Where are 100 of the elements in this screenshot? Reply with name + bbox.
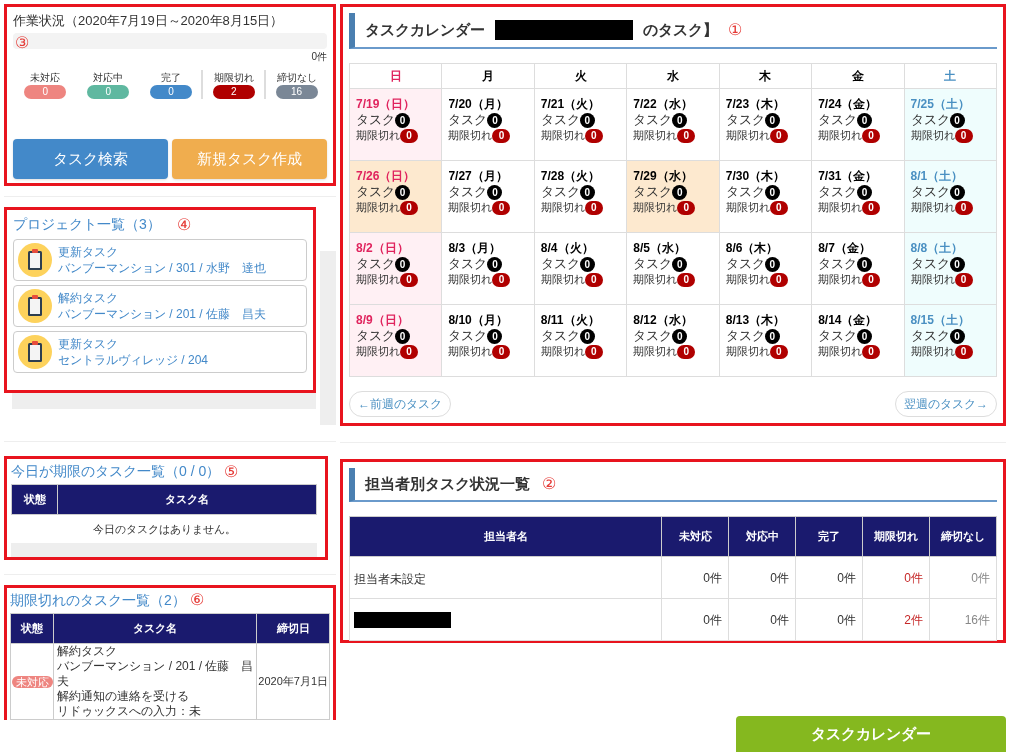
day-date: 8/6（木） — [725, 241, 780, 256]
calendar-day[interactable]: 7/23（木） タスク 0 期限切れ 0 — [719, 89, 813, 161]
calendar-day[interactable]: 7/26（日） タスク 0 期限切れ 0 — [350, 161, 443, 233]
empty-message: 今日のタスクはありません。 — [11, 514, 317, 543]
status-label: 完了 — [161, 70, 181, 85]
count-cell: 0件 — [661, 598, 729, 641]
annotation-number: ③ — [15, 33, 29, 51]
project-title: 更新タスク — [58, 336, 119, 352]
calendar-day[interactable]: 8/11（火） タスク 0 期限切れ 0 — [534, 305, 628, 377]
staff-name: 担当者未設定 — [354, 571, 426, 586]
day-date: 7/31（金） — [818, 169, 879, 184]
overdue-label: 期限切れ — [540, 344, 585, 359]
annotation-number: ② — [542, 476, 556, 492]
day-date: 7/21（火） — [540, 97, 602, 112]
overdue-count-badge: 0 — [677, 200, 696, 215]
overdue-label: 期限切れ — [818, 200, 863, 215]
task-text: 夫 — [57, 673, 71, 689]
search-button[interactable]: タスク検索 — [13, 139, 168, 179]
calendar-day[interactable]: 7/25（土） タスク 0 期限切れ 0 — [904, 89, 997, 161]
calendar-day[interactable]: 7/19（日） タスク 0 期限切れ 0 — [350, 89, 443, 161]
task-count-badge: 0 — [579, 184, 595, 200]
calendar-day[interactable]: 7/21（火） タスク 0 期限切れ 0 — [534, 89, 628, 161]
task-count-badge: 0 — [395, 256, 410, 272]
task-count-badge: 0 — [857, 328, 873, 344]
overdue-label: 期限切れ — [448, 128, 493, 143]
calendar-day[interactable]: 8/9（日） タスク 0 期限切れ 0 — [350, 305, 443, 377]
overdue-label: 期限切れ — [448, 200, 493, 215]
task-label: タスク — [633, 184, 673, 200]
calendar-day[interactable]: 8/4（火） タスク 0 期限切れ 0 — [534, 233, 628, 305]
task-count-badge: 0 — [487, 112, 503, 128]
calendar-day[interactable]: 8/12（水） タスク 0 期限切れ 0 — [627, 305, 720, 377]
calendar-day[interactable]: 8/6（木） タスク 0 期限切れ 0 — [719, 233, 813, 305]
overdue-count-badge: 0 — [954, 200, 973, 215]
calendar-day[interactable]: 8/1（土） タスク 0 期限切れ 0 — [904, 161, 997, 233]
day-date: 8/15（土） — [910, 313, 971, 328]
task-label: タスク — [633, 328, 673, 344]
calendar-day[interactable]: 8/3（月） タスク 0 期限切れ 0 — [442, 233, 535, 305]
calendar-day[interactable]: 8/5（水） タスク 0 期限切れ 0 — [627, 233, 720, 305]
task-label: タスク — [540, 112, 580, 128]
calendar-day[interactable]: 7/28（火） タスク 0 期限切れ 0 — [534, 161, 628, 233]
day-date: 8/10（月） — [448, 313, 509, 328]
panel-title: プロジェクト一覧（3） — [13, 215, 161, 234]
overdue-label: 期限切れ — [633, 128, 678, 143]
annotation-number: ④ — [176, 216, 191, 233]
overdue-label: 期限切れ — [818, 128, 863, 143]
calendar-day[interactable]: 8/2（日） タスク 0 期限切れ 0 — [350, 233, 443, 305]
day-date: 8/11（火） — [540, 313, 601, 328]
column-header: タスク名 — [53, 613, 257, 643]
day-date: 7/30（木） — [725, 169, 787, 184]
section-title: 担当者別タスク状況一覧 — [365, 473, 530, 494]
calendar-day[interactable]: 7/31（金） タスク 0 期限切れ 0 — [812, 161, 905, 233]
overdue-count-badge: 0 — [954, 272, 973, 287]
horizontal-scrollbar[interactable] — [11, 542, 317, 557]
task-text: リドゥックスへの入力：未 — [57, 703, 203, 719]
count-cell: 0件 — [929, 556, 997, 599]
panel-title: 期限切れのタスク一覧（2） — [10, 590, 186, 610]
status-label: 未対応 — [30, 70, 61, 85]
project-card[interactable]: 解約タスク バンブーマンション / 201 / 佐藤 昌夫 — [13, 285, 307, 327]
task-label: タスク — [910, 112, 950, 128]
task-count-badge: 0 — [487, 328, 503, 344]
column-header: 締切なし — [929, 516, 997, 557]
overdue-count-badge: 0 — [584, 344, 603, 359]
calendar-day[interactable]: 8/13（木） タスク 0 期限切れ 0 — [719, 305, 813, 377]
clipboard-icon — [18, 289, 52, 323]
task-label: タスク — [356, 184, 395, 200]
calendar-day[interactable]: 8/7（金） タスク 0 期限切れ 0 — [812, 233, 905, 305]
day-date: 7/27（月） — [448, 169, 509, 184]
calendar-day[interactable]: 8/10（月） タスク 0 期限切れ 0 — [442, 305, 535, 377]
overdue-label: 期限切れ — [910, 128, 955, 143]
column-header: 対応中 — [728, 516, 796, 557]
task-label: タスク — [448, 184, 488, 200]
task-count-badge: 0 — [857, 184, 873, 200]
overdue-count-badge: 0 — [400, 272, 418, 287]
calendar-day[interactable]: 8/8（土） タスク 0 期限切れ 0 — [904, 233, 997, 305]
calendar-day[interactable]: 7/22（水） タスク 0 期限切れ 0 — [627, 89, 720, 161]
task-count-badge: 0 — [395, 184, 410, 200]
calendar-day[interactable]: 7/27（月） タスク 0 期限切れ 0 — [442, 161, 535, 233]
day-date: 7/28（火） — [540, 169, 602, 184]
calendar-day[interactable]: 7/29（水） タスク 0 期限切れ 0 — [627, 161, 720, 233]
task-label: タスク — [818, 112, 858, 128]
project-card[interactable]: 更新タスク セントラルヴィレッジ / 204 — [13, 331, 307, 373]
day-date: 7/22（水） — [633, 97, 694, 112]
project-card[interactable]: 更新タスク バンブーマンション / 301 / 水野 達也 — [13, 239, 307, 281]
overdue-label: 期限切れ — [725, 344, 770, 359]
calendar-day[interactable]: 7/24（金） タスク 0 期限切れ 0 — [812, 89, 905, 161]
task-count-badge: 0 — [949, 256, 965, 272]
task-label: タスク — [540, 328, 580, 344]
calendar-day[interactable]: 7/30（木） タスク 0 期限切れ 0 — [719, 161, 813, 233]
section-title-suffix: のタスク】 — [643, 19, 718, 40]
horizontal-scrollbar[interactable] — [12, 393, 316, 409]
status-count-pill: 16 — [275, 84, 318, 99]
overdue-count-badge: 0 — [584, 128, 603, 143]
task-count-badge: 0 — [579, 256, 595, 272]
calendar-day[interactable]: 8/14（金） タスク 0 期限切れ 0 — [812, 305, 905, 377]
overdue-label: 期限切れ — [540, 128, 585, 143]
calendar-day[interactable]: 8/15（土） タスク 0 期限切れ 0 — [904, 305, 997, 377]
calendar-day[interactable]: 7/20（月） タスク 0 期限切れ 0 — [442, 89, 535, 161]
clipboard-icon — [18, 335, 52, 369]
status-count-pill: 2 — [212, 84, 255, 99]
task-label: タスク — [818, 184, 858, 200]
